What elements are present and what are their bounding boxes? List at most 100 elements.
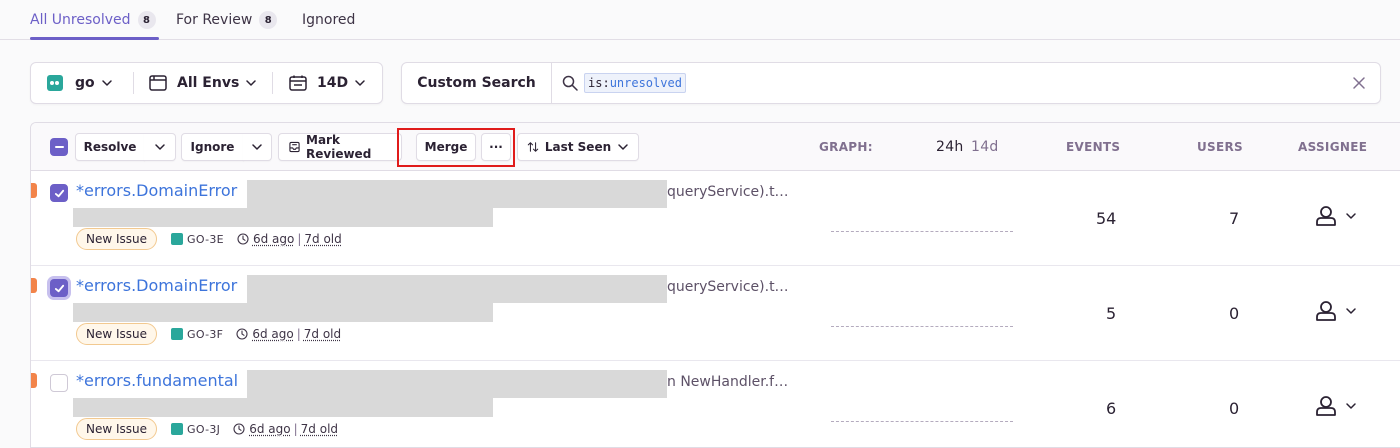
merge-highlight-box bbox=[397, 128, 515, 167]
short-id-label: GO-3F bbox=[187, 327, 224, 341]
close-icon[interactable] bbox=[1352, 76, 1366, 90]
redacted-block bbox=[73, 303, 493, 322]
events-column-header: EVENTS bbox=[1066, 140, 1121, 154]
active-tab-indicator bbox=[30, 37, 159, 40]
resolve-dropdown-button[interactable] bbox=[144, 133, 176, 161]
first-seen[interactable]: 7d old bbox=[304, 327, 341, 341]
redacted-block bbox=[73, 398, 493, 417]
date-range-label: 14D bbox=[317, 75, 349, 91]
project-filter[interactable]: go bbox=[47, 63, 113, 103]
chevron-down-icon bbox=[1346, 213, 1356, 219]
last-seen[interactable]: 6d ago bbox=[252, 327, 293, 341]
issue-title-link[interactable]: *errors.fundamental bbox=[76, 371, 238, 390]
chevron-down-icon bbox=[618, 144, 628, 150]
chevron-down-icon bbox=[101, 80, 112, 86]
redacted-block bbox=[247, 180, 667, 208]
tab-label: All Unresolved bbox=[30, 12, 131, 28]
search-icon bbox=[562, 75, 578, 91]
user-icon bbox=[1316, 301, 1336, 321]
event-count: 54 bbox=[1096, 209, 1117, 228]
go-project-icon bbox=[47, 75, 63, 91]
tab-for-review[interactable]: For Review 8 bbox=[176, 0, 278, 40]
assignee-column-header: ASSIGNEE bbox=[1298, 140, 1368, 154]
clock-icon bbox=[237, 233, 249, 245]
ignore-button[interactable]: Ignore bbox=[181, 133, 244, 161]
level-indicator bbox=[31, 183, 37, 198]
graph-period-14d[interactable]: 14d bbox=[971, 123, 999, 171]
issue-row[interactable]: *errors.DomainError queryService).t… New… bbox=[31, 266, 1400, 361]
chevron-down-icon bbox=[252, 144, 262, 150]
issue-search-bar[interactable]: Custom Search is: unresolved bbox=[401, 62, 1381, 104]
tab-all-unresolved[interactable]: All Unresolved 8 bbox=[30, 0, 156, 40]
user-count: 7 bbox=[1229, 209, 1240, 228]
issue-row[interactable]: *errors.DomainError queryService).t… New… bbox=[31, 171, 1400, 266]
event-count: 6 bbox=[1106, 399, 1117, 418]
first-seen[interactable]: 7d old bbox=[304, 232, 341, 246]
level-indicator bbox=[31, 278, 37, 293]
issue-checkbox[interactable] bbox=[50, 374, 68, 392]
resolve-button[interactable]: Resolve bbox=[75, 133, 145, 161]
sort-button[interactable]: Last Seen bbox=[517, 133, 639, 161]
go-project-icon bbox=[171, 328, 184, 340]
last-seen[interactable]: 6d ago bbox=[253, 232, 294, 246]
chevron-down-icon bbox=[355, 80, 365, 86]
graph-column-header: GRAPH: bbox=[819, 140, 873, 154]
issue-title-link[interactable]: *errors.DomainError bbox=[76, 181, 237, 200]
tab-label: For Review bbox=[176, 12, 253, 28]
checkmark-icon bbox=[54, 189, 64, 197]
mark-reviewed-button[interactable]: Mark Reviewed bbox=[278, 133, 402, 161]
event-sparkline bbox=[831, 326, 1013, 327]
first-seen[interactable]: 7d old bbox=[301, 422, 338, 436]
issue-times: 6d ago | 7d old bbox=[236, 327, 341, 341]
short-id[interactable]: GO-3F bbox=[171, 328, 223, 341]
search-token-key: is: bbox=[588, 76, 610, 90]
users-column-header: USERS bbox=[1197, 140, 1243, 154]
time-separator: | bbox=[296, 327, 301, 341]
issue-times: 6d ago | 7d old bbox=[233, 422, 338, 436]
issue-culprit: queryService).t… bbox=[667, 279, 789, 295]
checkmark-icon bbox=[54, 284, 64, 292]
redacted-block bbox=[73, 208, 493, 227]
status-badge: New Issue bbox=[76, 228, 158, 250]
user-count: 0 bbox=[1229, 399, 1240, 418]
select-all-checkbox[interactable] bbox=[50, 138, 68, 156]
short-id[interactable]: GO-3E bbox=[171, 233, 224, 246]
filter-divider bbox=[133, 72, 134, 94]
assignee-selector[interactable] bbox=[1315, 300, 1357, 322]
issue-list-header: Resolve Ignore Mark Reviewed Merge ··· L… bbox=[31, 123, 1400, 171]
event-sparkline bbox=[831, 421, 1013, 422]
short-id[interactable]: GO-3J bbox=[171, 423, 220, 436]
event-sparkline bbox=[831, 231, 1013, 232]
sort-icon bbox=[527, 142, 539, 152]
inbox-icon bbox=[289, 141, 300, 153]
issue-row[interactable]: *errors.fundamental n NewHandler.f… New … bbox=[31, 361, 1400, 447]
ignore-dropdown-button[interactable] bbox=[243, 133, 272, 161]
issue-checkbox[interactable] bbox=[50, 279, 68, 297]
issue-title-link[interactable]: *errors.DomainError bbox=[76, 276, 237, 295]
issue-culprit: queryService).t… bbox=[667, 184, 789, 200]
page-filter-bar: go All Envs 14D bbox=[30, 62, 383, 104]
search-query-token[interactable]: is: unresolved bbox=[584, 73, 686, 93]
tab-count-badge: 8 bbox=[137, 11, 156, 29]
environment-filter[interactable]: All Envs bbox=[149, 63, 257, 103]
environment-filter-label: All Envs bbox=[177, 75, 240, 91]
issue-checkbox[interactable] bbox=[50, 184, 68, 202]
assignee-selector[interactable] bbox=[1315, 205, 1357, 227]
clock-icon bbox=[233, 423, 245, 435]
issue-meta: New Issue GO-3E 6d ago | 7d old bbox=[76, 228, 342, 250]
date-range-filter[interactable]: 14D bbox=[289, 63, 366, 103]
last-seen[interactable]: 6d ago bbox=[249, 422, 290, 436]
user-icon bbox=[1316, 396, 1336, 416]
issue-list-panel: Resolve Ignore Mark Reviewed Merge ··· L… bbox=[30, 122, 1400, 448]
custom-search-button[interactable]: Custom Search bbox=[402, 63, 552, 103]
assignee-selector[interactable] bbox=[1315, 395, 1357, 417]
calendar-icon bbox=[289, 75, 307, 91]
mark-reviewed-label: Mark Reviewed bbox=[306, 133, 372, 161]
go-project-icon bbox=[171, 233, 184, 245]
graph-period-24h[interactable]: 24h bbox=[936, 123, 964, 171]
status-badge: New Issue bbox=[76, 323, 158, 345]
tab-ignored[interactable]: Ignored bbox=[302, 0, 355, 40]
sort-label: Last Seen bbox=[544, 140, 612, 154]
issue-meta: New Issue GO-3F 6d ago | 7d old bbox=[76, 323, 341, 345]
level-indicator bbox=[31, 373, 37, 388]
